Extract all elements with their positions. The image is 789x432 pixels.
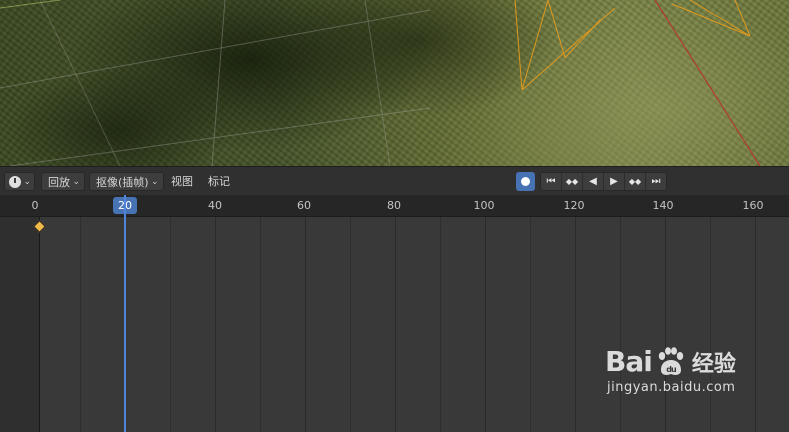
- frame-ruler[interactable]: 0 40 60 80 100 120 140 160 20: [0, 195, 789, 217]
- play-reverse-icon[interactable]: ◀: [583, 173, 604, 190]
- frame-label: 80: [387, 199, 401, 212]
- jump-to-start-icon[interactable]: ⏮: [541, 173, 562, 190]
- chevron-down-icon: ⌄: [151, 177, 159, 187]
- svg-text:du: du: [666, 365, 677, 374]
- frame-label: 120: [563, 199, 585, 212]
- next-keyframe-icon[interactable]: ◆◆: [625, 173, 646, 190]
- grid-line: [485, 217, 486, 432]
- timeline-area[interactable]: [0, 217, 789, 432]
- grid-line: [530, 217, 531, 432]
- camera-wireframe[interactable]: [514, 0, 751, 91]
- grid-line: [9, 107, 431, 166]
- keying-menu[interactable]: 抠像(插帧) ⌄: [89, 172, 164, 191]
- 3d-viewport[interactable]: [0, 0, 789, 166]
- play-icon[interactable]: ▶: [604, 173, 625, 190]
- auto-keying-button[interactable]: [516, 172, 535, 191]
- marker-menu[interactable]: 标记: [208, 172, 230, 191]
- grid-line: [575, 217, 576, 432]
- record-circle-icon: [521, 177, 530, 186]
- grid-line: [80, 217, 81, 432]
- chevron-down-icon: ⌄: [23, 177, 31, 187]
- grid-line: [0, 9, 431, 89]
- frame-label: 160: [742, 199, 764, 212]
- grid-line: [440, 217, 441, 432]
- grid-line: [710, 217, 711, 432]
- grid-line: [620, 217, 621, 432]
- playback-controls: ⏮ ◆◆ ◀ ▶ ◆◆ ⏭: [540, 172, 667, 191]
- playback-menu-label: 回放: [48, 176, 70, 189]
- keying-menu-label: 抠像(插帧): [96, 176, 149, 189]
- frame-label: 60: [297, 199, 311, 212]
- playback-menu[interactable]: 回放 ⌄: [41, 172, 85, 191]
- frame-label: 0: [31, 199, 39, 212]
- grid-line: [260, 217, 261, 432]
- grid-line: [211, 0, 226, 166]
- jump-to-end-icon[interactable]: ⏭: [646, 173, 666, 190]
- grid-line: [350, 217, 351, 432]
- watermark-url: jingyan.baidu.com: [607, 380, 736, 395]
- grid-line: [39, 0, 121, 166]
- watermark-cn: 经验: [691, 351, 736, 377]
- grid-line: [305, 217, 306, 432]
- watermark-brand: Bai: [605, 345, 653, 378]
- prev-keyframe-icon[interactable]: ◆◆: [562, 173, 583, 190]
- timeline-header: ⌄ 回放 ⌄ 抠像(插帧) ⌄ 视图 标记 ⏮ ◆◆ ◀ ▶ ◆◆ ⏭: [0, 166, 789, 195]
- clock-icon: [9, 176, 21, 188]
- grid-line: [395, 217, 396, 432]
- frame-label: 40: [208, 199, 222, 212]
- viewport-overlay: [0, 0, 761, 166]
- chevron-down-icon: ⌄: [72, 177, 80, 187]
- grid-line: [0, 0, 61, 9]
- grid-line: [755, 217, 756, 432]
- grid-line: [364, 0, 391, 166]
- playhead-line[interactable]: [124, 195, 126, 432]
- frame-label: 140: [652, 199, 674, 212]
- editor-type-button[interactable]: ⌄: [4, 172, 35, 191]
- paw-logo-icon: du: [658, 346, 684, 375]
- grid-line: [170, 217, 171, 432]
- x-axis-line: [654, 0, 761, 166]
- grid-line: [665, 217, 666, 432]
- baidu-watermark: Bai du 经验 jingyan.baidu.com: [605, 345, 736, 395]
- frame-label: 100: [473, 199, 495, 212]
- before-scene-start-region: [0, 217, 39, 432]
- view-menu[interactable]: 视图: [171, 172, 193, 191]
- scene-start-line: [39, 217, 40, 432]
- grid-line: [215, 217, 216, 432]
